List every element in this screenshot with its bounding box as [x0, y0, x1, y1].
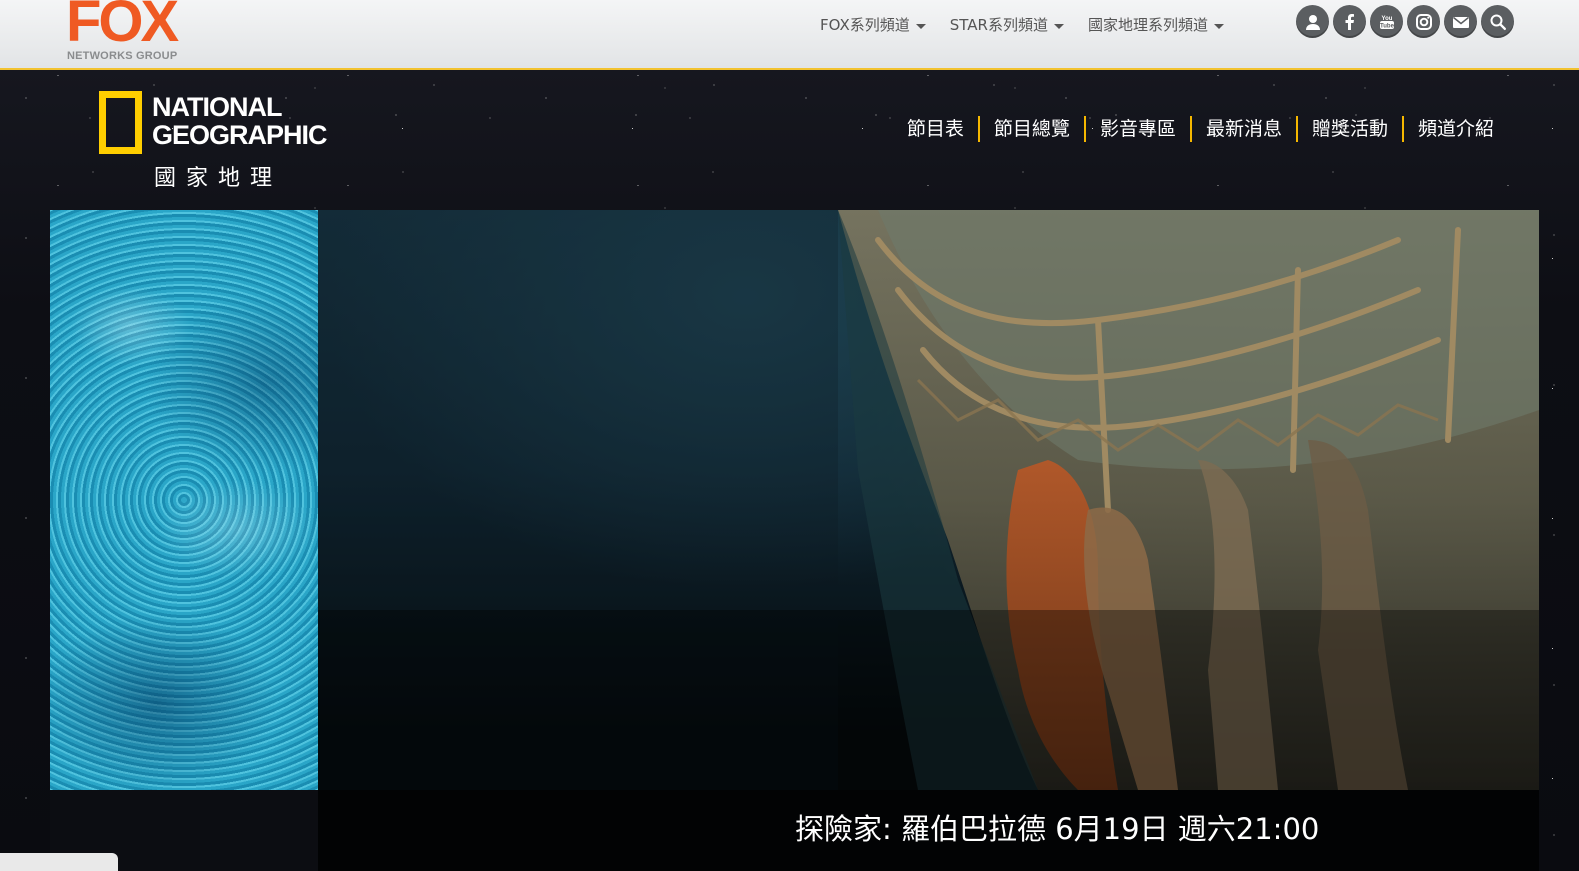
- fox-networks-logo[interactable]: FOX NETWORKS GROUP: [66, 0, 206, 64]
- facebook-icon[interactable]: [1333, 5, 1366, 38]
- caret-down-icon: [915, 23, 926, 29]
- nav-news[interactable]: 最新消息: [1189, 116, 1296, 142]
- nav-schedule[interactable]: 節目表: [893, 116, 978, 142]
- caret-down-icon: [1053, 23, 1064, 29]
- svg-text:Tube: Tube: [1380, 23, 1395, 29]
- search-icon[interactable]: [1481, 5, 1514, 38]
- menu-natgeo-channels[interactable]: 國家地理系列頻道: [1088, 14, 1224, 35]
- carousel-prev-slide-ocean[interactable]: [50, 210, 318, 790]
- menu-fox-channels-label: FOX系列頻道: [820, 16, 910, 34]
- shipwreck-bow-illustration: [318, 210, 1539, 790]
- main-nav: 節目表 節目總覽 影音專區 最新消息 贈獎活動 頻道介紹: [893, 116, 1494, 142]
- natgeo-chinese-name: 國家地理: [154, 166, 283, 191]
- nav-programs[interactable]: 節目總覽: [977, 116, 1084, 142]
- hero-banner-image[interactable]: [318, 210, 1539, 790]
- nav-giveaways[interactable]: 贈獎活動: [1295, 116, 1402, 142]
- menu-star-channels[interactable]: STAR系列頻道: [950, 14, 1064, 35]
- caret-down-icon: [1214, 23, 1224, 29]
- user-icon[interactable]: [1296, 5, 1329, 38]
- natgeo-yellow-border-icon: [99, 91, 142, 154]
- menu-natgeo-channels-label: 國家地理系列頻道: [1087, 16, 1208, 34]
- hero-caption[interactable]: 探險家: 羅伯巴拉德 6月19日 週六21:00: [795, 806, 1319, 848]
- mail-icon[interactable]: [1444, 5, 1477, 38]
- network-menu: FOX系列頻道 STAR系列頻道 國家地理系列頻道: [820, 14, 1248, 35]
- natgeo-line1: NATIONAL: [152, 92, 282, 122]
- menu-star-channels-label: STAR系列頻道: [949, 16, 1048, 34]
- fox-logo-subtitle: NETWORKS GROUP: [67, 50, 178, 62]
- youtube-icon[interactable]: You Tube: [1370, 5, 1403, 38]
- instagram-icon[interactable]: [1407, 5, 1440, 38]
- fox-top-bar: FOX NETWORKS GROUP FOX系列頻道 STAR系列頻道 國家地理…: [0, 0, 1579, 70]
- nav-videos[interactable]: 影音專區: [1083, 116, 1190, 142]
- natgeo-wordmark: NATIONAL GEOGRAPHIC: [152, 92, 328, 150]
- natgeo-logo[interactable]: NATIONAL GEOGRAPHIC 國家地理: [97, 90, 328, 191]
- fox-logo-word: FOX: [66, 0, 179, 54]
- corner-tab[interactable]: [0, 853, 118, 871]
- menu-fox-channels[interactable]: FOX系列頻道: [820, 14, 926, 35]
- natgeo-line2: GEOGRAPHIC: [152, 120, 328, 150]
- nav-channel-info[interactable]: 頻道介紹: [1401, 116, 1494, 142]
- social-links: You Tube: [1296, 5, 1518, 38]
